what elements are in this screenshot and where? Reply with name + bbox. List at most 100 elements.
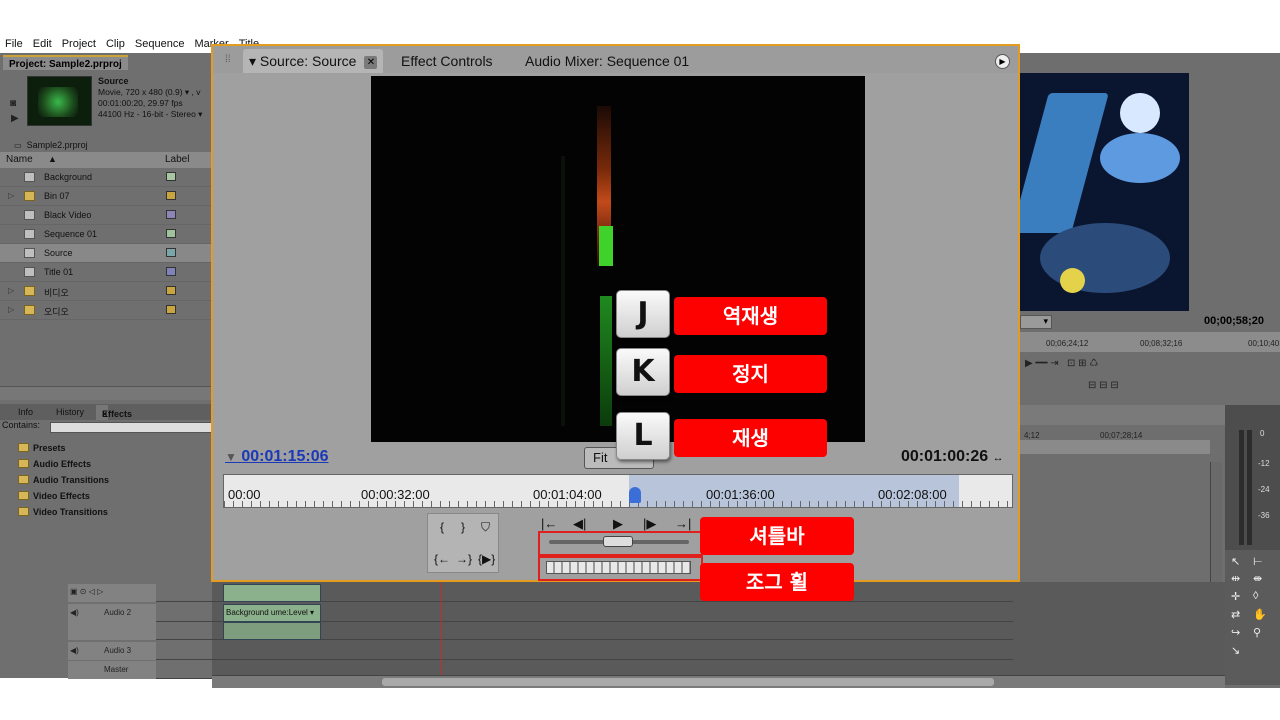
tab-audio-mixer[interactable]: Audio Mixer: Sequence 01	[525, 49, 689, 73]
project-item-name: Bin 07	[44, 191, 70, 201]
effects-item-video-effects[interactable]: Video Effects	[8, 491, 90, 507]
marker-icon: ▼	[225, 450, 237, 464]
timeline-playhead[interactable]	[441, 582, 442, 682]
sort-up-icon[interactable]: ▲	[48, 154, 57, 164]
goto-previous-marker-icon[interactable]: |←	[541, 516, 557, 531]
track-controls-icon[interactable]: ▣ ⊙ ◁ ▷	[70, 587, 103, 596]
step-back-icon[interactable]: ◀|	[573, 516, 586, 532]
close-icon[interactable]: ×	[102, 408, 107, 421]
razor-icon[interactable]: ◊	[1253, 590, 1258, 602]
label-play: 재생	[674, 419, 827, 457]
source-info: Source Movie, 720 x 480 (0.9) ▾ , v 00:0…	[98, 76, 202, 120]
ruler-ticks	[224, 501, 1014, 507]
tools-panel: ↖ ⊢ ⇹ ⇼ ✛ ◊ ⇄ ✋ ↪ ⚲ ↘	[1225, 550, 1280, 685]
tab-source[interactable]: ▾ Source: Source ✕	[243, 49, 384, 73]
source-time-ruler[interactable]: 00:00 00:00:32:00 00:01:04:00 00:01:36:0…	[223, 474, 1014, 508]
current-timecode-value: 00:01:15:06	[241, 448, 329, 465]
project-item-row[interactable]: ▷ 비디오	[0, 282, 212, 301]
column-label[interactable]: Label	[165, 154, 189, 165]
tab-info[interactable]: Info	[18, 407, 33, 417]
track-select-icon[interactable]: ⊢	[1253, 555, 1263, 568]
menu-file[interactable]: File	[0, 36, 28, 50]
goto-in-icon[interactable]: {←	[434, 552, 450, 566]
effects-item-audio-effects[interactable]: Audio Effects	[8, 459, 91, 475]
menu-edit[interactable]: Edit	[28, 36, 57, 50]
timeline-hscroll[interactable]	[212, 675, 1225, 688]
effects-search-input[interactable]	[50, 422, 212, 433]
effects-item-video-transitions[interactable]: Video Transitions	[8, 507, 108, 523]
play-button-icon[interactable]: ▶	[613, 516, 623, 532]
folder-icon	[18, 475, 29, 484]
play-icon[interactable]: ▶	[11, 113, 19, 124]
grip-icon[interactable]: ⁞⁞	[225, 54, 231, 65]
file-icon: ▭	[14, 141, 22, 150]
camera-icon[interactable]: ◙	[10, 98, 16, 109]
project-item-row[interactable]: ▷ Bin 07	[0, 187, 212, 206]
step-forward-icon[interactable]: |▶	[643, 516, 656, 532]
menu-clip[interactable]: Clip	[101, 36, 130, 50]
key-k: K	[616, 348, 670, 396]
set-marker-icon[interactable]: ⛉	[481, 520, 490, 535]
zoom-icon[interactable]: ⚲	[1253, 626, 1261, 639]
meter-bar-left	[1239, 430, 1244, 545]
project-item-row[interactable]: Black Video	[0, 206, 212, 225]
column-name[interactable]: Name	[6, 154, 33, 165]
scroll-thumb[interactable]	[382, 678, 994, 686]
menu-sequence[interactable]: Sequence	[130, 36, 190, 50]
slip-icon[interactable]: ⇄	[1231, 608, 1240, 621]
audio-clip[interactable]	[223, 584, 321, 602]
tab-history[interactable]: History	[56, 407, 84, 417]
effects-item-audio-transitions[interactable]: Audio Transitions	[8, 475, 109, 491]
play-in-out-icon[interactable]: {▶}	[478, 552, 495, 566]
tab-effects[interactable]: Effects ×	[96, 405, 132, 421]
ruler-label: 00:00	[228, 487, 261, 502]
timeline-workarea[interactable]	[1020, 440, 1210, 454]
goto-out-icon[interactable]: →}	[456, 552, 472, 566]
current-timecode[interactable]: ▼ 00:01:15:06	[225, 448, 329, 466]
project-item-row[interactable]: Source	[0, 244, 212, 263]
rolling-edit-icon[interactable]: ⇼	[1253, 572, 1262, 585]
contains-label: Contains:	[2, 420, 41, 430]
panel-menu-icon[interactable]: ▶	[995, 54, 1010, 69]
pen-icon[interactable]: ↪	[1231, 626, 1240, 639]
goto-next-marker-icon[interactable]: →|	[675, 516, 691, 531]
project-item-row[interactable]: Sequence 01	[0, 225, 212, 244]
expand-icon[interactable]: ▷	[8, 191, 14, 200]
expand-icon[interactable]: ▷	[8, 305, 14, 314]
speaker-icon[interactable]: ◀)	[70, 646, 79, 655]
hand-icon[interactable]: ✋	[1253, 608, 1267, 621]
zoom-dropdown[interactable]: ▾	[1020, 315, 1052, 329]
rate-stretch-icon[interactable]: ✛	[1231, 590, 1240, 603]
set-out-icon[interactable]: }	[461, 520, 465, 534]
project-item-name: Black Video	[44, 210, 92, 220]
speaker-icon[interactable]: ◀)	[70, 608, 79, 617]
background-clip[interactable]: Background ume:Level ▾	[223, 604, 321, 622]
program-monitor-video	[1020, 73, 1189, 311]
effects-item-presets[interactable]: Presets	[8, 443, 66, 459]
source-playhead[interactable]	[628, 487, 641, 503]
selection-tool-icon[interactable]: ↖	[1231, 555, 1240, 568]
project-item-name: Background	[44, 172, 93, 182]
track-audio-2-lane	[68, 622, 1013, 640]
project-item-row[interactable]: ▷ 오디오	[0, 301, 212, 320]
screen: FileEditProjectClipSequenceMarkerTitle P…	[0, 0, 1280, 720]
program-transport-controls[interactable]: ▶ ━━ ⇥ ⊡ ⊞ ♺	[1025, 358, 1098, 369]
slide-icon[interactable]: ↘	[1231, 644, 1240, 657]
audio-waveform[interactable]	[223, 622, 321, 640]
menu-project[interactable]: Project	[57, 36, 101, 50]
program-ruler-label: 00;06;24;12	[1046, 339, 1089, 348]
expand-icon[interactable]: ↔	[993, 452, 1004, 464]
close-icon[interactable]: ✕	[364, 56, 378, 69]
program-extract-controls[interactable]: ⊟ ⊟ ⊟	[1088, 380, 1119, 391]
ripple-edit-icon[interactable]: ⇹	[1231, 572, 1240, 585]
expand-icon[interactable]: ▷	[8, 286, 14, 295]
project-item-row[interactable]: Background	[0, 168, 212, 187]
jog-highlight	[538, 556, 703, 581]
source-thumbnail	[27, 76, 92, 126]
label-color-swatch	[166, 210, 176, 219]
set-in-icon[interactable]: {	[440, 520, 444, 534]
effects-item-label: Audio Transitions	[33, 475, 110, 485]
tab-effect-controls[interactable]: Effect Controls	[401, 49, 493, 73]
project-item-row[interactable]: Title 01	[0, 263, 212, 282]
project-tab[interactable]: Project: Sample2.prproj	[3, 55, 128, 70]
